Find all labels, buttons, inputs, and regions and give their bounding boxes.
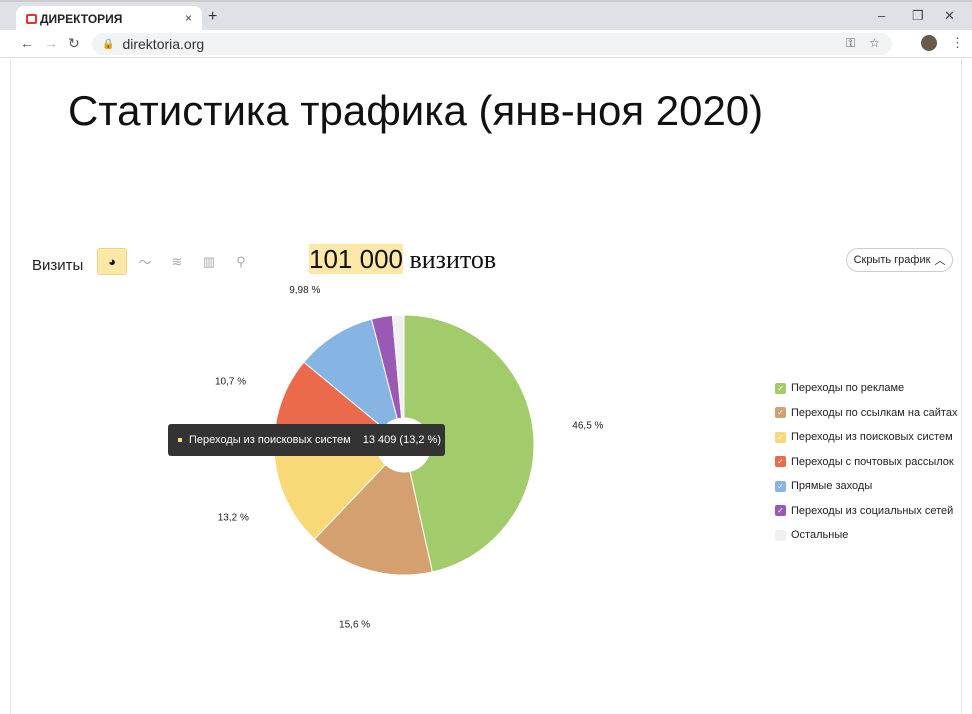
slice-label: 15,6 %: [339, 619, 370, 630]
slice-label: 10,7 %: [215, 377, 246, 388]
legend-item[interactable]: ✓ Переходы из социальных сетей: [775, 499, 957, 524]
slice-label: 13,2 %: [218, 512, 249, 523]
legend-item[interactable]: ✓ Переходы с почтовых рассылок: [775, 450, 957, 475]
legend-item[interactable]: ✓ Переходы по ссылкам на сайтах: [775, 401, 957, 426]
tooltip-label: Переходы из поисковых систем: [189, 434, 351, 446]
checkbox-icon[interactable]: ✓: [775, 407, 786, 419]
legend-label: Переходы по рекламе: [791, 382, 905, 395]
checkbox-icon[interactable]: ✓: [775, 382, 786, 394]
legend-label: Остальные: [791, 529, 849, 542]
legend-label: Переходы из поисковых систем: [791, 431, 953, 444]
legend-label: Прямые заходы: [791, 480, 873, 493]
legend-item[interactable]: ✓ Переходы по рекламе: [775, 376, 957, 401]
checkbox-icon[interactable]: [775, 529, 786, 541]
legend-label: Переходы по ссылкам на сайтах: [791, 406, 958, 419]
tooltip-color-marker: [178, 438, 182, 442]
legend-item[interactable]: ✓ Прямые заходы: [775, 474, 957, 499]
legend-item[interactable]: ✓ Переходы из поисковых систем: [775, 425, 957, 450]
pie-chart: 46,5 % 15,6 % 13,2 % 10,7 % 9,98 %: [215, 285, 604, 630]
slice-label: 46,5 %: [572, 421, 603, 432]
checkbox-icon[interactable]: ✓: [775, 431, 786, 443]
legend-label: Переходы из социальных сетей: [791, 504, 954, 517]
legend-label: Переходы с почтовых рассылок: [791, 455, 954, 468]
checkbox-icon[interactable]: ✓: [775, 456, 786, 468]
chart-legend: ✓ Переходы по рекламе ✓ Переходы по ссылкам…: [775, 376, 957, 548]
checkbox-icon[interactable]: ✓: [775, 480, 786, 492]
tooltip-value: 13 409 (13,2 %): [362, 434, 441, 446]
legend-item[interactable]: Остальные: [775, 523, 957, 548]
chart-tooltip: Переходы из поисковых систем 13 409 (13,…: [168, 424, 445, 456]
checkbox-icon[interactable]: ✓: [775, 505, 786, 517]
slice-label: 9,98 %: [289, 285, 320, 296]
